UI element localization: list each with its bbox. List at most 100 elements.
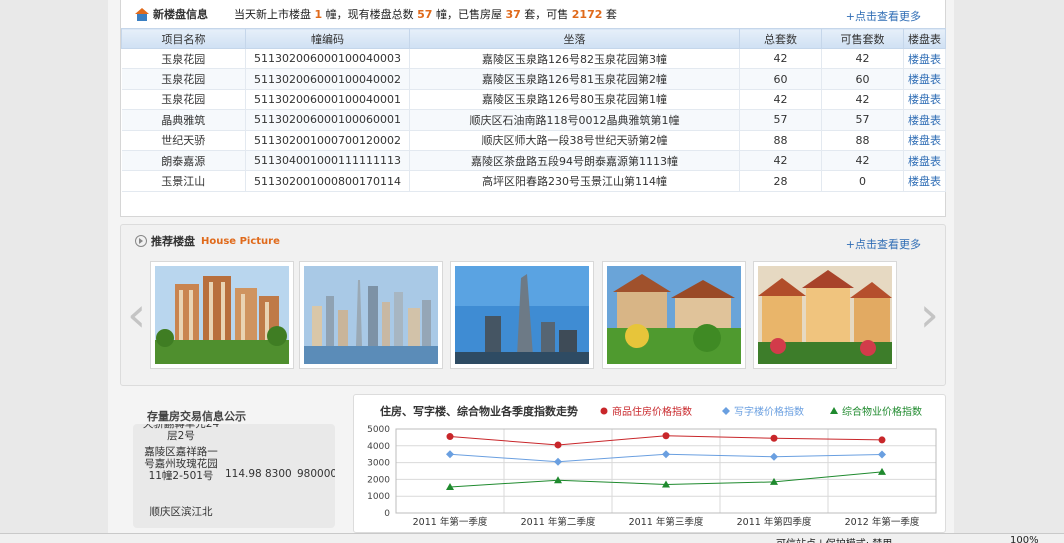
table-row: 晶典雅筑 511302006000100060001 顺庆区石油南路118号0012…	[121, 109, 946, 131]
building-table-link[interactable]: 楼盘表	[903, 109, 946, 131]
legend-label: 综合物业价格指数	[842, 405, 922, 418]
deal-total: 980000	[297, 468, 335, 480]
summary-text: 幢，已售房屋	[435, 8, 502, 21]
x-tick-label: 2011 年第三季度	[629, 516, 704, 528]
table-cell: 42	[821, 150, 904, 172]
chart-canvas: 住房、写字楼、综合物业各季度指数走势 商品住房价格指数 写字楼价格指数 综合物业价格指…	[367, 404, 937, 528]
table-cell: 高坪区阳春路230号玉景江山第114幢	[409, 170, 740, 192]
table-cell: 42	[739, 89, 822, 111]
table-cell: 嘉陵区玉泉路126号80玉泉花园第1幢	[409, 89, 740, 111]
table-cell: 玉泉花园	[121, 68, 246, 90]
table-cell: 511302001000800170114	[245, 170, 410, 192]
table-cell: 晶典雅筑	[121, 109, 246, 131]
recommended-more-link[interactable]: +点击查看更多	[846, 236, 921, 252]
total-count: 57	[417, 8, 433, 21]
recommended-title: 推荐楼盘	[151, 235, 195, 248]
data-point	[662, 450, 670, 459]
prev-arrow-icon[interactable]: ‹	[127, 287, 146, 343]
table-cell: 511302006000100040003	[245, 48, 410, 70]
data-point	[554, 441, 562, 449]
house-thumbnail[interactable]	[450, 261, 594, 369]
deals-panel: 存量房交易信息公示 天骄翻轉单元24层2号 嘉陵区嘉祥路一号嘉州玫瑰花园11幢2…	[120, 394, 348, 533]
villa-street-photo	[758, 266, 892, 364]
summary-text: 套，可售	[524, 8, 569, 21]
table-cell: 玉泉花园	[121, 89, 246, 111]
table-cell: 嘉陵区茶盘路五段94号朗泰嘉源第1113幢	[409, 150, 740, 172]
summary-text: 套	[605, 8, 617, 21]
table-cell: 顺庆区师大路一段38号世纪天骄第2幢	[409, 130, 740, 151]
x-tick-label: 2011 年第一季度	[413, 516, 488, 528]
x-tick-label: 2011 年第二季度	[521, 516, 596, 528]
page-margin-left	[0, 0, 108, 533]
price-index-chart: 住房、写字楼、综合物业各季度指数走势 商品住房价格指数 写字楼价格指数 综合物业价格指…	[353, 394, 946, 533]
data-point	[770, 434, 778, 442]
table-cell: 嘉陵区玉泉路126号81玉泉花园第2幢	[409, 68, 740, 90]
table-row: 玉泉花园 511302006000100040003 嘉陵区玉泉路126号82玉泉花…	[121, 48, 946, 70]
zoom-level[interactable]: 100%	[1010, 535, 1039, 543]
villa-garden-photo	[607, 266, 741, 364]
status-bar: 可信站点 | 保护模式: 禁用 100%	[0, 533, 1064, 543]
table-header-row: 项目名称 幢编码 坐落 总套数 可售套数 楼盘表	[121, 28, 946, 49]
data-point	[662, 432, 670, 440]
table-cell: 88	[821, 130, 904, 151]
recommended-subtitle: House Picture	[201, 235, 280, 247]
next-arrow-icon[interactable]: ›	[920, 287, 939, 343]
deal-price: 8300	[265, 468, 292, 480]
building-table-link[interactable]: 楼盘表	[903, 130, 946, 151]
table-cell: 57	[739, 109, 822, 131]
table-cell: 88	[739, 130, 822, 151]
house-thumbnail[interactable]	[299, 261, 443, 369]
table-cell: 朗泰嘉源	[121, 150, 246, 172]
chart-title: 住房、写字楼、综合物业各季度指数走势	[380, 404, 578, 418]
new-listings-more-link[interactable]: +点击查看更多	[846, 8, 921, 24]
y-tick-label: 3000	[367, 459, 390, 469]
building-photo	[155, 266, 289, 364]
house-thumbnail[interactable]	[602, 261, 746, 369]
recommended-panel: 推荐楼盘 House Picture +点击查看更多 ‹ ›	[120, 224, 946, 386]
table-cell: 顺庆区石油南路118号0012晶典雅筑第1幢	[409, 109, 740, 131]
data-point	[878, 450, 886, 459]
legend-marker	[722, 407, 730, 415]
house-thumbnail[interactable]	[753, 261, 897, 369]
summary-text: 当天新上市楼盘	[234, 8, 311, 21]
legend-marker	[600, 407, 608, 415]
y-tick-label: 1000	[367, 492, 390, 502]
column-header: 幢编码	[245, 28, 410, 49]
deals-scroller[interactable]: 天骄翻轉单元24层2号 嘉陵区嘉祥路一号嘉州玫瑰花园11幢2-501号 114.…	[133, 424, 335, 528]
table-cell: 玉泉花园	[121, 48, 246, 70]
column-header: 总套数	[739, 28, 822, 49]
building-table-link[interactable]: 楼盘表	[903, 68, 946, 90]
building-table-link[interactable]: 楼盘表	[903, 170, 946, 192]
table-cell: 42	[739, 48, 822, 70]
new-listings-title: 新楼盘信息	[153, 8, 208, 21]
building-table-link[interactable]: 楼盘表	[903, 150, 946, 172]
recommended-header: 推荐楼盘 House Picture +点击查看更多	[121, 225, 945, 257]
new-count: 1	[314, 8, 323, 21]
table-cell: 511302006000100040001	[245, 89, 410, 111]
y-tick-label: 2000	[367, 475, 390, 485]
building-table-link[interactable]: 楼盘表	[903, 89, 946, 111]
x-tick-label: 2011 年第四季度	[737, 516, 812, 528]
security-status: 可信站点 | 保护模式: 禁用	[776, 535, 892, 543]
table-cell: 511302006000100040002	[245, 68, 410, 90]
summary-text: 幢，现有楼盘总数	[325, 8, 414, 21]
data-point	[446, 433, 454, 441]
legend-label: 商品住房价格指数	[612, 405, 692, 418]
new-listings-panel: 新楼盘信息 当天新上市楼盘 1 幢，现有楼盘总数 57 幢，已售房屋 37 套，…	[120, 0, 946, 217]
table-cell: 嘉陵区玉泉路126号82玉泉花园第3幢	[409, 48, 740, 70]
deal-area: 114.98	[225, 468, 262, 480]
table-cell: 42	[821, 89, 904, 111]
column-header: 坐落	[409, 28, 740, 49]
table-cell: 60	[739, 68, 822, 90]
column-header: 可售套数	[821, 28, 904, 49]
deal-address: 顺庆区滨江北	[149, 506, 213, 518]
table-row: 玉景江山 511302001000800170114 高坪区阳春路230号玉景江山第…	[121, 170, 946, 192]
deal-address: 天骄翻轉单元24层2号	[142, 424, 220, 442]
data-point	[446, 450, 454, 459]
page-content: 新楼盘信息 当天新上市楼盘 1 幢，现有楼盘总数 57 幢，已售房屋 37 套，…	[108, 0, 954, 533]
building-table-link[interactable]: 楼盘表	[903, 48, 946, 70]
house-thumbnail[interactable]	[150, 261, 294, 369]
play-circle-icon	[135, 235, 147, 247]
sold-count: 37	[505, 8, 521, 21]
house-icon	[135, 7, 149, 21]
